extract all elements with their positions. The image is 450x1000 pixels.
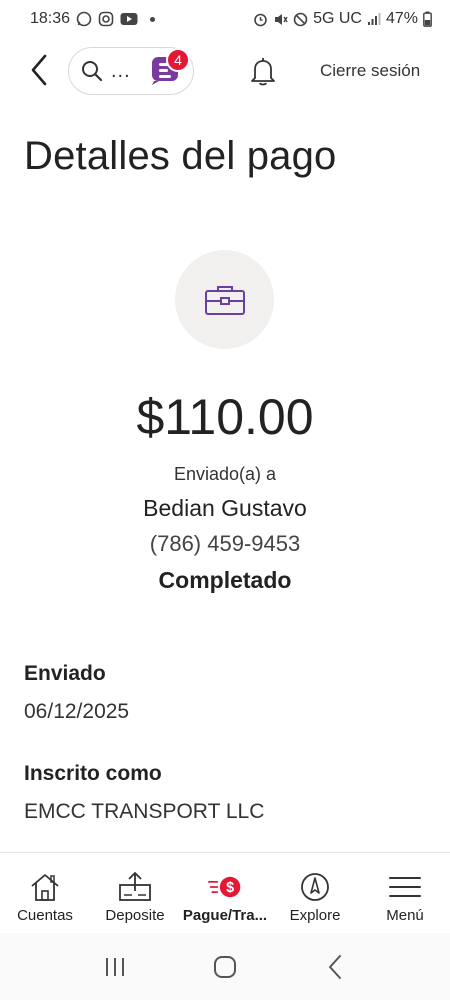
back-button[interactable] xyxy=(24,52,54,88)
svg-text:$: $ xyxy=(226,880,234,896)
enrolled-as-label: Inscrito como xyxy=(24,762,162,785)
bottom-nav: Cuentas Deposite $ Pague/Tra... Explore … xyxy=(0,852,450,932)
recent-apps-icon xyxy=(106,957,124,976)
youtube-icon xyxy=(120,12,138,26)
notification-dot xyxy=(150,16,156,22)
app-header: ... 4 Cierre sesión xyxy=(0,42,450,100)
notification-count-badge: 4 xyxy=(166,48,190,72)
nav-label-pay-transfer: Pague/Tra... xyxy=(182,907,268,924)
nav-item-menu[interactable]: Menú xyxy=(360,853,450,932)
recent-apps-button[interactable] xyxy=(95,947,135,987)
nav-item-explore[interactable]: Explore xyxy=(270,853,360,932)
home-icon xyxy=(28,871,62,903)
payment-type-icon-circle xyxy=(175,250,274,349)
battery-icon xyxy=(423,11,432,27)
sent-date-label: Enviado xyxy=(24,662,106,685)
nav-label-accounts: Cuentas xyxy=(17,907,73,924)
recipient-name: Bedian Gustavo xyxy=(143,495,307,521)
briefcase-icon xyxy=(204,285,245,315)
notifications-button[interactable] xyxy=(247,55,279,87)
nav-item-deposit[interactable]: Deposite xyxy=(90,853,180,932)
search-ellipsis: ... xyxy=(111,59,131,82)
network-type: 5G UC xyxy=(313,10,362,27)
chevron-left-icon xyxy=(31,54,47,86)
logout-link[interactable]: Cierre sesión xyxy=(320,61,420,81)
search-icon xyxy=(82,61,103,82)
home-pill-icon xyxy=(214,955,236,978)
whatsapp-icon xyxy=(76,11,92,27)
sent-to-label: Enviado(a) a xyxy=(173,464,277,484)
status-bar: 18:36 5G UC 47% xyxy=(0,0,450,38)
back-arrow-icon xyxy=(329,954,341,979)
bell-icon xyxy=(251,58,275,86)
alarm-icon xyxy=(253,12,268,27)
do-not-disturb-icon xyxy=(293,12,308,27)
mute-icon xyxy=(273,12,288,27)
home-button[interactable] xyxy=(205,947,245,987)
nav-item-pay-transfer[interactable]: $ Pague/Tra... xyxy=(180,853,270,932)
nav-item-accounts[interactable]: Cuentas xyxy=(0,853,90,932)
sent-date-value: 06/12/2025 xyxy=(24,700,130,723)
nav-label-explore: Explore xyxy=(289,907,341,924)
system-navigation-bar xyxy=(0,933,450,1000)
compass-icon xyxy=(298,871,332,903)
recipient-phone: (786) 459-9453 xyxy=(149,531,301,556)
nav-label-menu: Menú xyxy=(386,907,424,924)
nav-label-deposit: Deposite xyxy=(105,907,165,924)
payment-amount: $110.00 xyxy=(136,389,314,445)
signal-icon xyxy=(367,12,381,26)
payment-status: Completado xyxy=(158,567,292,593)
menu-icon xyxy=(388,871,422,903)
instagram-icon xyxy=(98,11,114,27)
page-title: Detalles del pago xyxy=(24,134,337,178)
battery-percent: 47% xyxy=(385,10,418,27)
system-back-button[interactable] xyxy=(315,947,355,987)
enrolled-as-value: EMCC TRANSPORT LLC xyxy=(24,800,265,823)
pay-transfer-icon: $ xyxy=(208,871,242,903)
status-time: 18:36 xyxy=(30,10,71,27)
deposit-icon xyxy=(118,871,152,903)
